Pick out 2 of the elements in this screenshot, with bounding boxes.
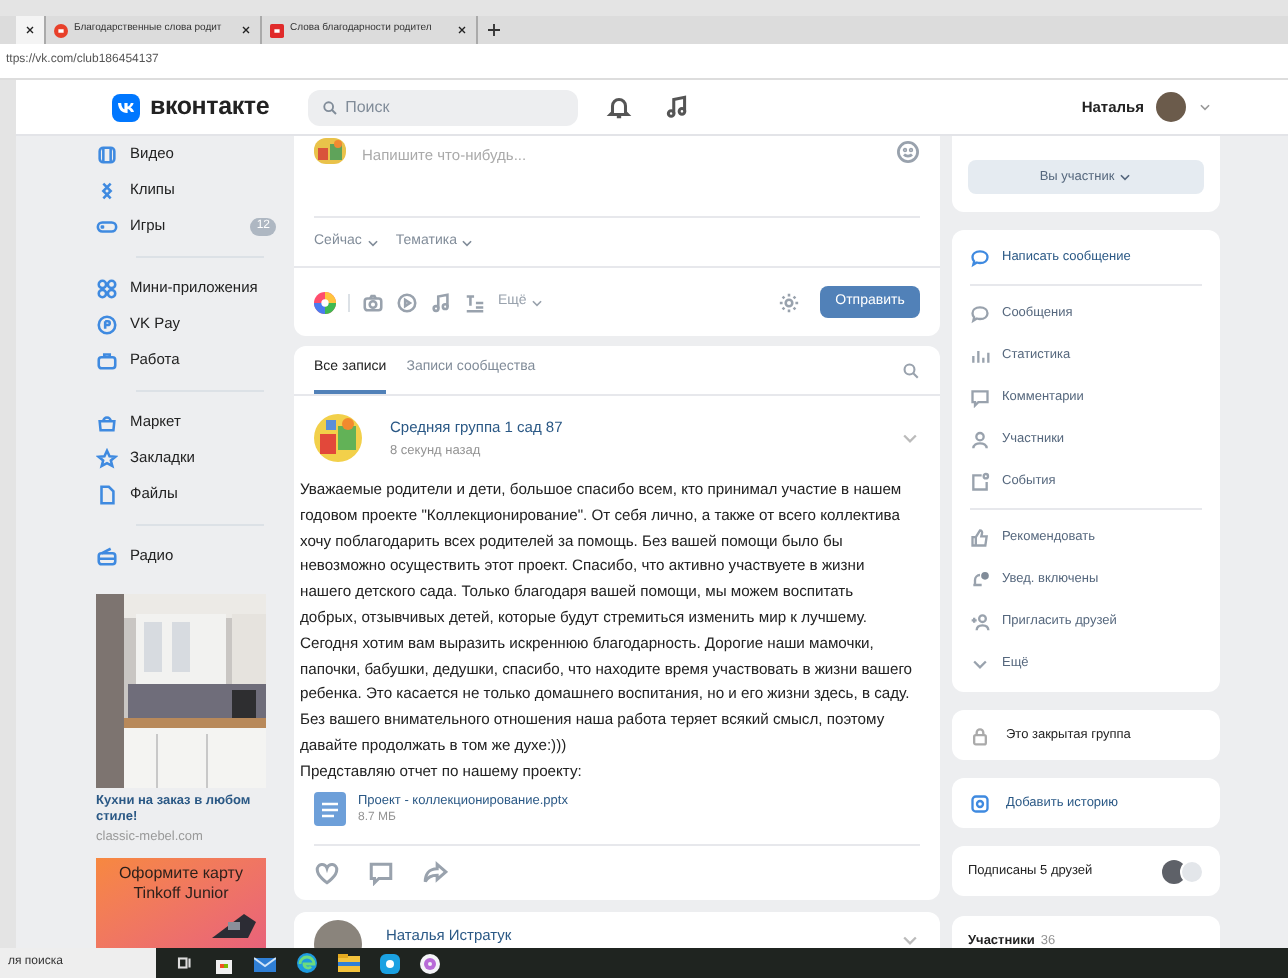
- ad-banner[interactable]: Оформите карту Tinkoff Junior: [96, 857, 266, 948]
- logo-wordmark[interactable]: вконтакте: [150, 88, 270, 126]
